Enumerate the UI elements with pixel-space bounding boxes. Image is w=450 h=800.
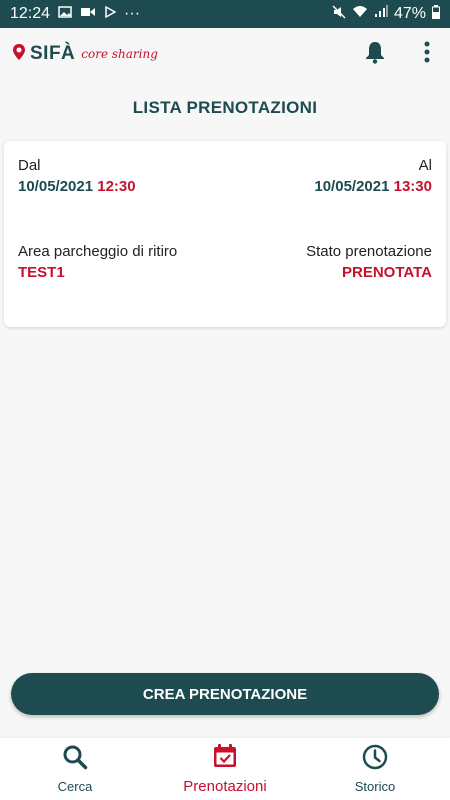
nav-label-storico: Storico bbox=[354, 779, 396, 794]
play-store-icon bbox=[104, 5, 117, 23]
wifi-icon bbox=[352, 5, 368, 23]
status-value: PRENOTATA bbox=[342, 264, 432, 281]
to-label: Al bbox=[418, 157, 432, 174]
from-time: 12:30 bbox=[97, 178, 136, 195]
bell-icon[interactable] bbox=[364, 40, 386, 69]
status-more: ··· bbox=[124, 5, 141, 22]
status-label: Stato prenotazione bbox=[306, 243, 432, 260]
reservation-card[interactable]: Dal 10/05/2021 12:30 Al 10/05/2021 13:30… bbox=[4, 141, 446, 327]
nav-item-cerca[interactable]: Cerca bbox=[0, 738, 150, 800]
calendar-check-icon bbox=[212, 743, 238, 774]
to-time: 13:30 bbox=[393, 178, 432, 195]
clock-icon bbox=[362, 744, 388, 775]
area-value: TEST1 bbox=[18, 264, 65, 281]
location-pin-icon bbox=[12, 43, 26, 66]
nav-label-cerca: Cerca bbox=[57, 779, 93, 794]
nav-item-prenotazioni[interactable]: Prenotazioni bbox=[150, 738, 300, 800]
nav-item-storico[interactable]: Storico bbox=[300, 738, 450, 800]
bottom-nav: Cerca Prenotazioni Storico bbox=[0, 738, 450, 800]
status-time: 12:24 bbox=[10, 5, 51, 22]
logo-subtitle: core sharing bbox=[81, 47, 158, 61]
more-vert-icon[interactable] bbox=[424, 41, 430, 68]
from-date: 10/05/2021 bbox=[18, 178, 94, 195]
to-date: 10/05/2021 bbox=[314, 178, 390, 195]
signal-icon bbox=[374, 5, 388, 23]
from-label: Dal bbox=[18, 157, 41, 174]
search-icon bbox=[62, 744, 88, 775]
create-reservation-button[interactable]: CREA PRENOTAZIONE bbox=[11, 673, 439, 715]
nav-label-prenotazioni: Prenotazioni bbox=[183, 778, 267, 795]
area-label: Area parcheggio di ritiro bbox=[18, 243, 178, 260]
mute-icon bbox=[332, 4, 346, 24]
battery-icon bbox=[432, 4, 440, 24]
video-icon bbox=[80, 5, 96, 23]
battery-level: 47% bbox=[393, 5, 426, 22]
app-logo: SIFÀ core sharing bbox=[12, 43, 158, 66]
status-bar: 12:24 ··· 47% bbox=[0, 0, 450, 28]
gallery-icon bbox=[58, 5, 72, 23]
logo-text: SIFÀ bbox=[30, 43, 76, 64]
page-title: LISTA PRENOTAZIONI bbox=[132, 98, 318, 117]
app-bar: SIFÀ core sharing bbox=[0, 28, 450, 80]
